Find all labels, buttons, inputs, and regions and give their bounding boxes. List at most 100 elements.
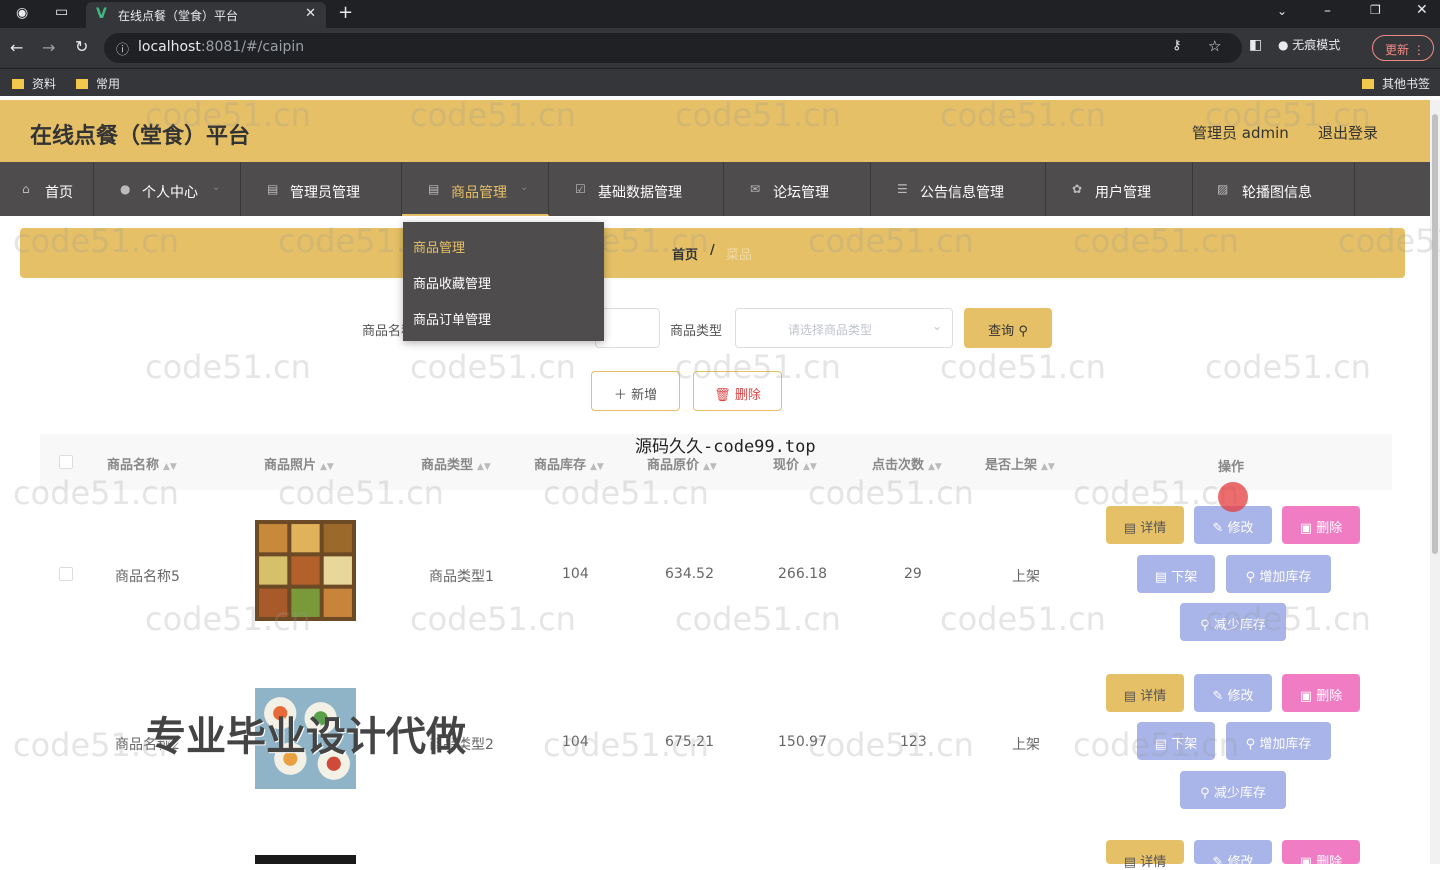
add-stock-button[interactable]: ⚲ 增加库存 [1226, 722, 1331, 760]
breadcrumb-home[interactable]: 首页 [672, 244, 698, 263]
edit-icon: ✎ [1212, 689, 1224, 704]
restore-icon[interactable]: ❐ [1370, 3, 1381, 17]
back-icon[interactable]: ← [10, 38, 23, 57]
bookmark-folder-ziliao[interactable]: 资料 [12, 75, 56, 92]
sidebar-icon[interactable]: ◧ [1249, 37, 1262, 53]
detail-icon: ▤ [1123, 521, 1137, 536]
logout-link[interactable]: 退出登录 [1318, 122, 1378, 143]
scrollbar-thumb[interactable] [1432, 114, 1438, 554]
edit-icon: ✎ [1212, 521, 1224, 536]
watermark: code51.cn [410, 348, 576, 386]
th-name[interactable]: 商品名称 ▲▼ [107, 454, 177, 473]
detail-button[interactable]: ▤ 详情 [1106, 506, 1184, 544]
th-stock[interactable]: 商品库存 ▲▼ [534, 454, 604, 473]
pin-icon: ⚲ [1200, 618, 1210, 633]
add-stock-button[interactable]: ⚲ 增加库存 [1226, 555, 1331, 593]
batch-delete-button[interactable]: 🗑 删除 [693, 371, 782, 411]
sort-icon: ▲▼ [163, 462, 177, 472]
reload-icon[interactable]: ↻ [75, 37, 88, 56]
cell-orig-price: 634.52 [665, 566, 714, 582]
delete-button[interactable]: ▣ 删除 [1282, 840, 1360, 870]
detail-icon: ▤ [1123, 689, 1137, 704]
source-overlay-text: 源码久久-code99.top [635, 437, 816, 457]
chevron-down-icon: ⌄ [212, 182, 221, 193]
watermark: code51.cn [940, 348, 1106, 386]
folder-icon [12, 79, 24, 89]
search-button[interactable]: 查询 ⚲ [964, 308, 1052, 348]
watermark: code51.cn [675, 600, 841, 638]
row-checkbox[interactable] [59, 567, 73, 581]
bookmark-star-icon[interactable]: ☆ [1208, 37, 1221, 55]
nav-item-forum[interactable]: ✉ 论坛管理 [724, 162, 871, 216]
offshelf-button[interactable]: ▤ 下架 [1137, 555, 1215, 593]
th-photo[interactable]: 商品照片 ▲▼ [264, 454, 334, 473]
reduce-stock-button[interactable]: ⚲ 减少库存 [1180, 771, 1286, 809]
incognito-profile[interactable]: ● 无痕模式 [1278, 36, 1340, 53]
nav-item-basic-data[interactable]: ☑ 基础数据管理 [549, 162, 724, 216]
site-info-icon[interactable]: ⓘ [116, 39, 129, 58]
user-icon: ● [120, 182, 131, 196]
key-icon[interactable]: ⚷ [1172, 38, 1182, 53]
nav-item-admins[interactable]: ▤ 管理员管理 [241, 162, 402, 216]
nav-item-products[interactable]: ▤ 商品管理 ⌄ [402, 162, 549, 216]
name-search-input[interactable] [595, 308, 660, 348]
other-bookmarks[interactable]: 其他书签 [1362, 75, 1430, 92]
sort-icon: ▲▼ [928, 462, 942, 472]
nav-item-home[interactable]: ⌂ 首页 [0, 162, 94, 216]
cell-price: 150.97 [778, 734, 827, 750]
browser-tab-bar: ◉ ▭ V 在线点餐（堂食）平台 ✕ + ⌄ – ❐ ✕ [0, 0, 1440, 28]
select-all-checkbox[interactable] [59, 455, 73, 469]
th-clicks[interactable]: 点击次数 ▲▼ [872, 454, 942, 473]
update-button[interactable]: 更新 ⋮ [1372, 35, 1434, 61]
new-tab-icon[interactable]: + [338, 2, 353, 23]
bookmark-folder-changyong[interactable]: 常用 [76, 75, 120, 92]
detail-button[interactable]: ▤ 详情 [1106, 674, 1184, 712]
cell-price: 266.18 [778, 566, 827, 582]
edit-button[interactable]: ✎ 修改 [1194, 674, 1272, 712]
page-scrollbar[interactable] [1430, 100, 1440, 864]
sort-icon: ▲▼ [590, 462, 604, 472]
bookmarks-bar: 资料 常用 其他书签 [0, 68, 1440, 96]
tab-close-icon[interactable]: ✕ [305, 6, 316, 21]
tab-search-icon[interactable]: ⌄ [1277, 4, 1287, 18]
cell-status: 上架 [1012, 569, 1040, 585]
detail-button[interactable]: ▤ 详情 [1106, 840, 1184, 870]
nav-item-carousel[interactable]: ▨ 轮播图信息 [1193, 162, 1355, 216]
cell-clicks: 123 [900, 734, 927, 750]
add-button[interactable]: ＋ 新增 [591, 371, 680, 411]
menu-item-orders-manage[interactable]: 商品订单管理 [413, 309, 491, 328]
chevron-down-icon: ⌄ [520, 182, 529, 193]
admin-name: 管理员 admin [1192, 124, 1289, 142]
address-bar-row: ← → ↻ ⓘ localhost:8081/#/caipin ⚷ ☆ ◧ ● … [0, 28, 1440, 68]
forward-icon[interactable]: → [42, 38, 55, 57]
type-select[interactable]: 请选择商品类型 ⌄ [735, 308, 953, 348]
reduce-stock-button[interactable]: ⚲ 减少库存 [1180, 603, 1286, 641]
nav-item-profile[interactable]: ● 个人中心 ⌄ [94, 162, 241, 216]
sort-icon: ▲▼ [803, 462, 817, 472]
watermark: code51.cn [940, 600, 1106, 638]
promo-overlay-text: 专业毕业设计代做 [146, 714, 466, 760]
url-bar[interactable]: ⓘ localhost:8081/#/caipin ⚷ ☆ [104, 33, 1242, 63]
tab-strip-icon[interactable]: ▭ [55, 4, 68, 20]
offshelf-button[interactable]: ▤ 下架 [1137, 722, 1215, 760]
th-status[interactable]: 是否上架 ▲▼ [985, 454, 1055, 473]
product-photo [255, 855, 356, 864]
browser-menu-icon[interactable]: ◉ [16, 5, 28, 21]
close-window-icon[interactable]: ✕ [1416, 2, 1428, 18]
check-icon: ☑ [575, 182, 586, 196]
edit-button[interactable]: ✎ 修改 [1194, 840, 1272, 870]
th-type[interactable]: 商品类型 ▲▼ [421, 454, 491, 473]
sort-icon: ▲▼ [1041, 462, 1055, 472]
menu-item-product-manage[interactable]: 商品管理 [413, 237, 465, 256]
nav-item-notices[interactable]: ☰ 公告信息管理 [871, 162, 1046, 216]
trash-icon: ▣ [1299, 689, 1313, 704]
browser-tab[interactable]: V 在线点餐（堂食）平台 ✕ [86, 2, 326, 28]
menu-item-favorites-manage[interactable]: 商品收藏管理 [413, 273, 491, 292]
delete-button[interactable]: ▣ 删除 [1282, 506, 1360, 544]
minimize-icon[interactable]: – [1324, 3, 1331, 19]
doc-icon: ▤ [1154, 737, 1168, 752]
delete-button[interactable]: ▣ 删除 [1282, 674, 1360, 712]
edit-icon: ✎ [1212, 855, 1224, 870]
nav-item-users[interactable]: ✿ 用户管理 [1046, 162, 1193, 216]
sort-icon: ▲▼ [320, 462, 334, 472]
